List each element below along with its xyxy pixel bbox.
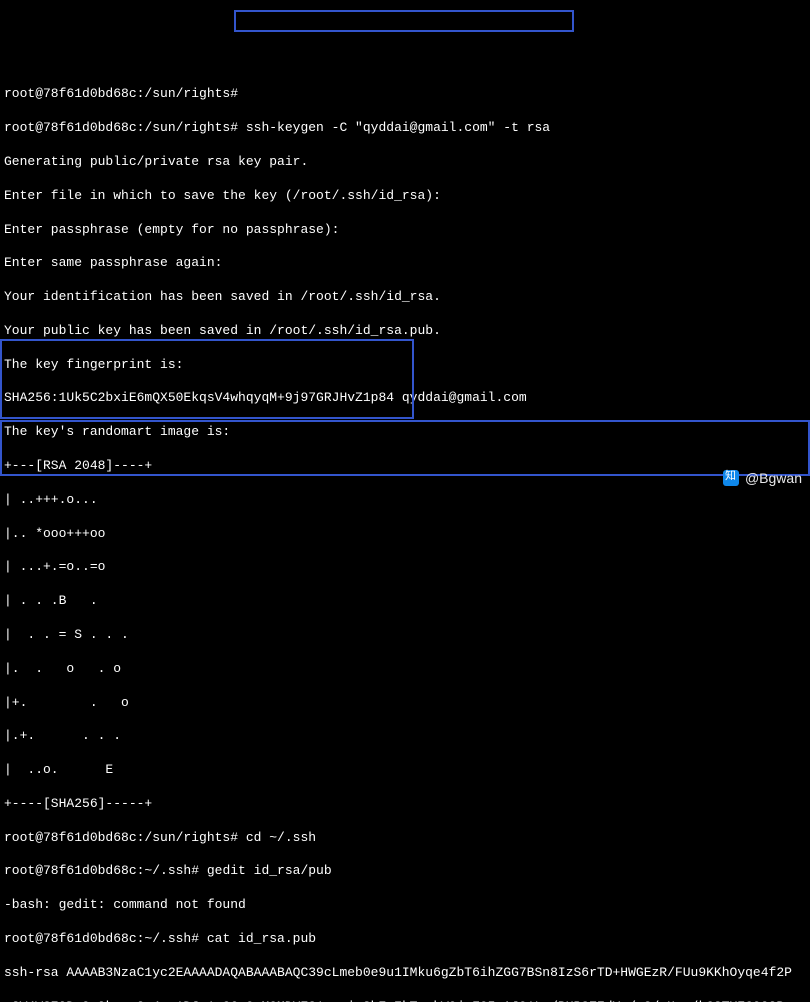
prompt-line: root@78f61d0bd68c:/sun/rights#	[4, 86, 806, 103]
cmd-line-gedit: root@78f61d0bd68c:~/.ssh# gedit id_rsa/p…	[4, 863, 806, 880]
randomart-line: +----[SHA256]-----+	[4, 796, 806, 813]
output-line: Generating public/private rsa key pair.	[4, 154, 806, 171]
cmd-line-keygen: root@78f61d0bd68c:/sun/rights# ssh-keyge…	[4, 120, 806, 137]
output-line: The key's randomart image is:	[4, 424, 806, 441]
randomart-line: | . . .B .	[4, 593, 806, 610]
prompt: root@78f61d0bd68c:/sun/rights#	[4, 830, 246, 845]
output-error: -bash: gedit: command not found	[4, 897, 806, 914]
output-line: The key fingerprint is:	[4, 357, 806, 374]
output-fingerprint: SHA256:1Uk5C2bxiE6mQX50EkqsV4whqyqM+9j97…	[4, 390, 806, 407]
prompt: root@78f61d0bd68c:/sun/rights#	[4, 120, 246, 135]
output-line: Enter same passphrase again:	[4, 255, 806, 272]
randomart-line: |. . o . o	[4, 661, 806, 678]
randomart-line: |+. . o	[4, 695, 806, 712]
command: cat id_rsa.pub	[207, 931, 316, 946]
randomart-line: | ...+.=o..=o	[4, 559, 806, 576]
randomart-line: |.+. . . .	[4, 728, 806, 745]
command: gedit id_rsa/pub	[207, 863, 332, 878]
terminal-output: root@78f61d0bd68c:/sun/rights# root@78f6…	[0, 68, 810, 1002]
randomart-line: |.. *ooo+++oo	[4, 526, 806, 543]
cmd-line-cat: root@78f61d0bd68c:~/.ssh# cat id_rsa.pub	[4, 931, 806, 948]
watermark-text: @Bgwan	[745, 469, 802, 487]
randomart-line: | ..+++.o...	[4, 492, 806, 509]
command: ssh-keygen -C "qyddai@gmail.com" -t rsa	[246, 120, 550, 135]
prompt: root@78f61d0bd68c:~/.ssh#	[4, 931, 207, 946]
highlight-box-keygen	[234, 10, 574, 32]
output-line: Enter file in which to save the key (/ro…	[4, 188, 806, 205]
cmd-line-cd: root@78f61d0bd68c:/sun/rights# cd ~/.ssh	[4, 830, 806, 847]
randomart-line: +---[RSA 2048]----+	[4, 458, 806, 475]
output-line: Your identification has been saved in /r…	[4, 289, 806, 306]
output-line: Enter passphrase (empty for no passphras…	[4, 222, 806, 239]
output-line: Your public key has been saved in /root/…	[4, 323, 806, 340]
watermark: @Bgwan	[723, 469, 802, 487]
randomart-line: | ..o. E	[4, 762, 806, 779]
output-pubkey: c3V4W379Dc9e9kn+a2o4+n1DJo1mG6wOrMQMDYE8…	[4, 999, 806, 1002]
command: cd ~/.ssh	[246, 830, 316, 845]
randomart-line: | . . = S . . .	[4, 627, 806, 644]
prompt: root@78f61d0bd68c:~/.ssh#	[4, 863, 207, 878]
zhihu-icon	[723, 470, 739, 486]
output-pubkey: ssh-rsa AAAAB3NzaC1yc2EAAAADAQABAAABAQC3…	[4, 965, 806, 982]
